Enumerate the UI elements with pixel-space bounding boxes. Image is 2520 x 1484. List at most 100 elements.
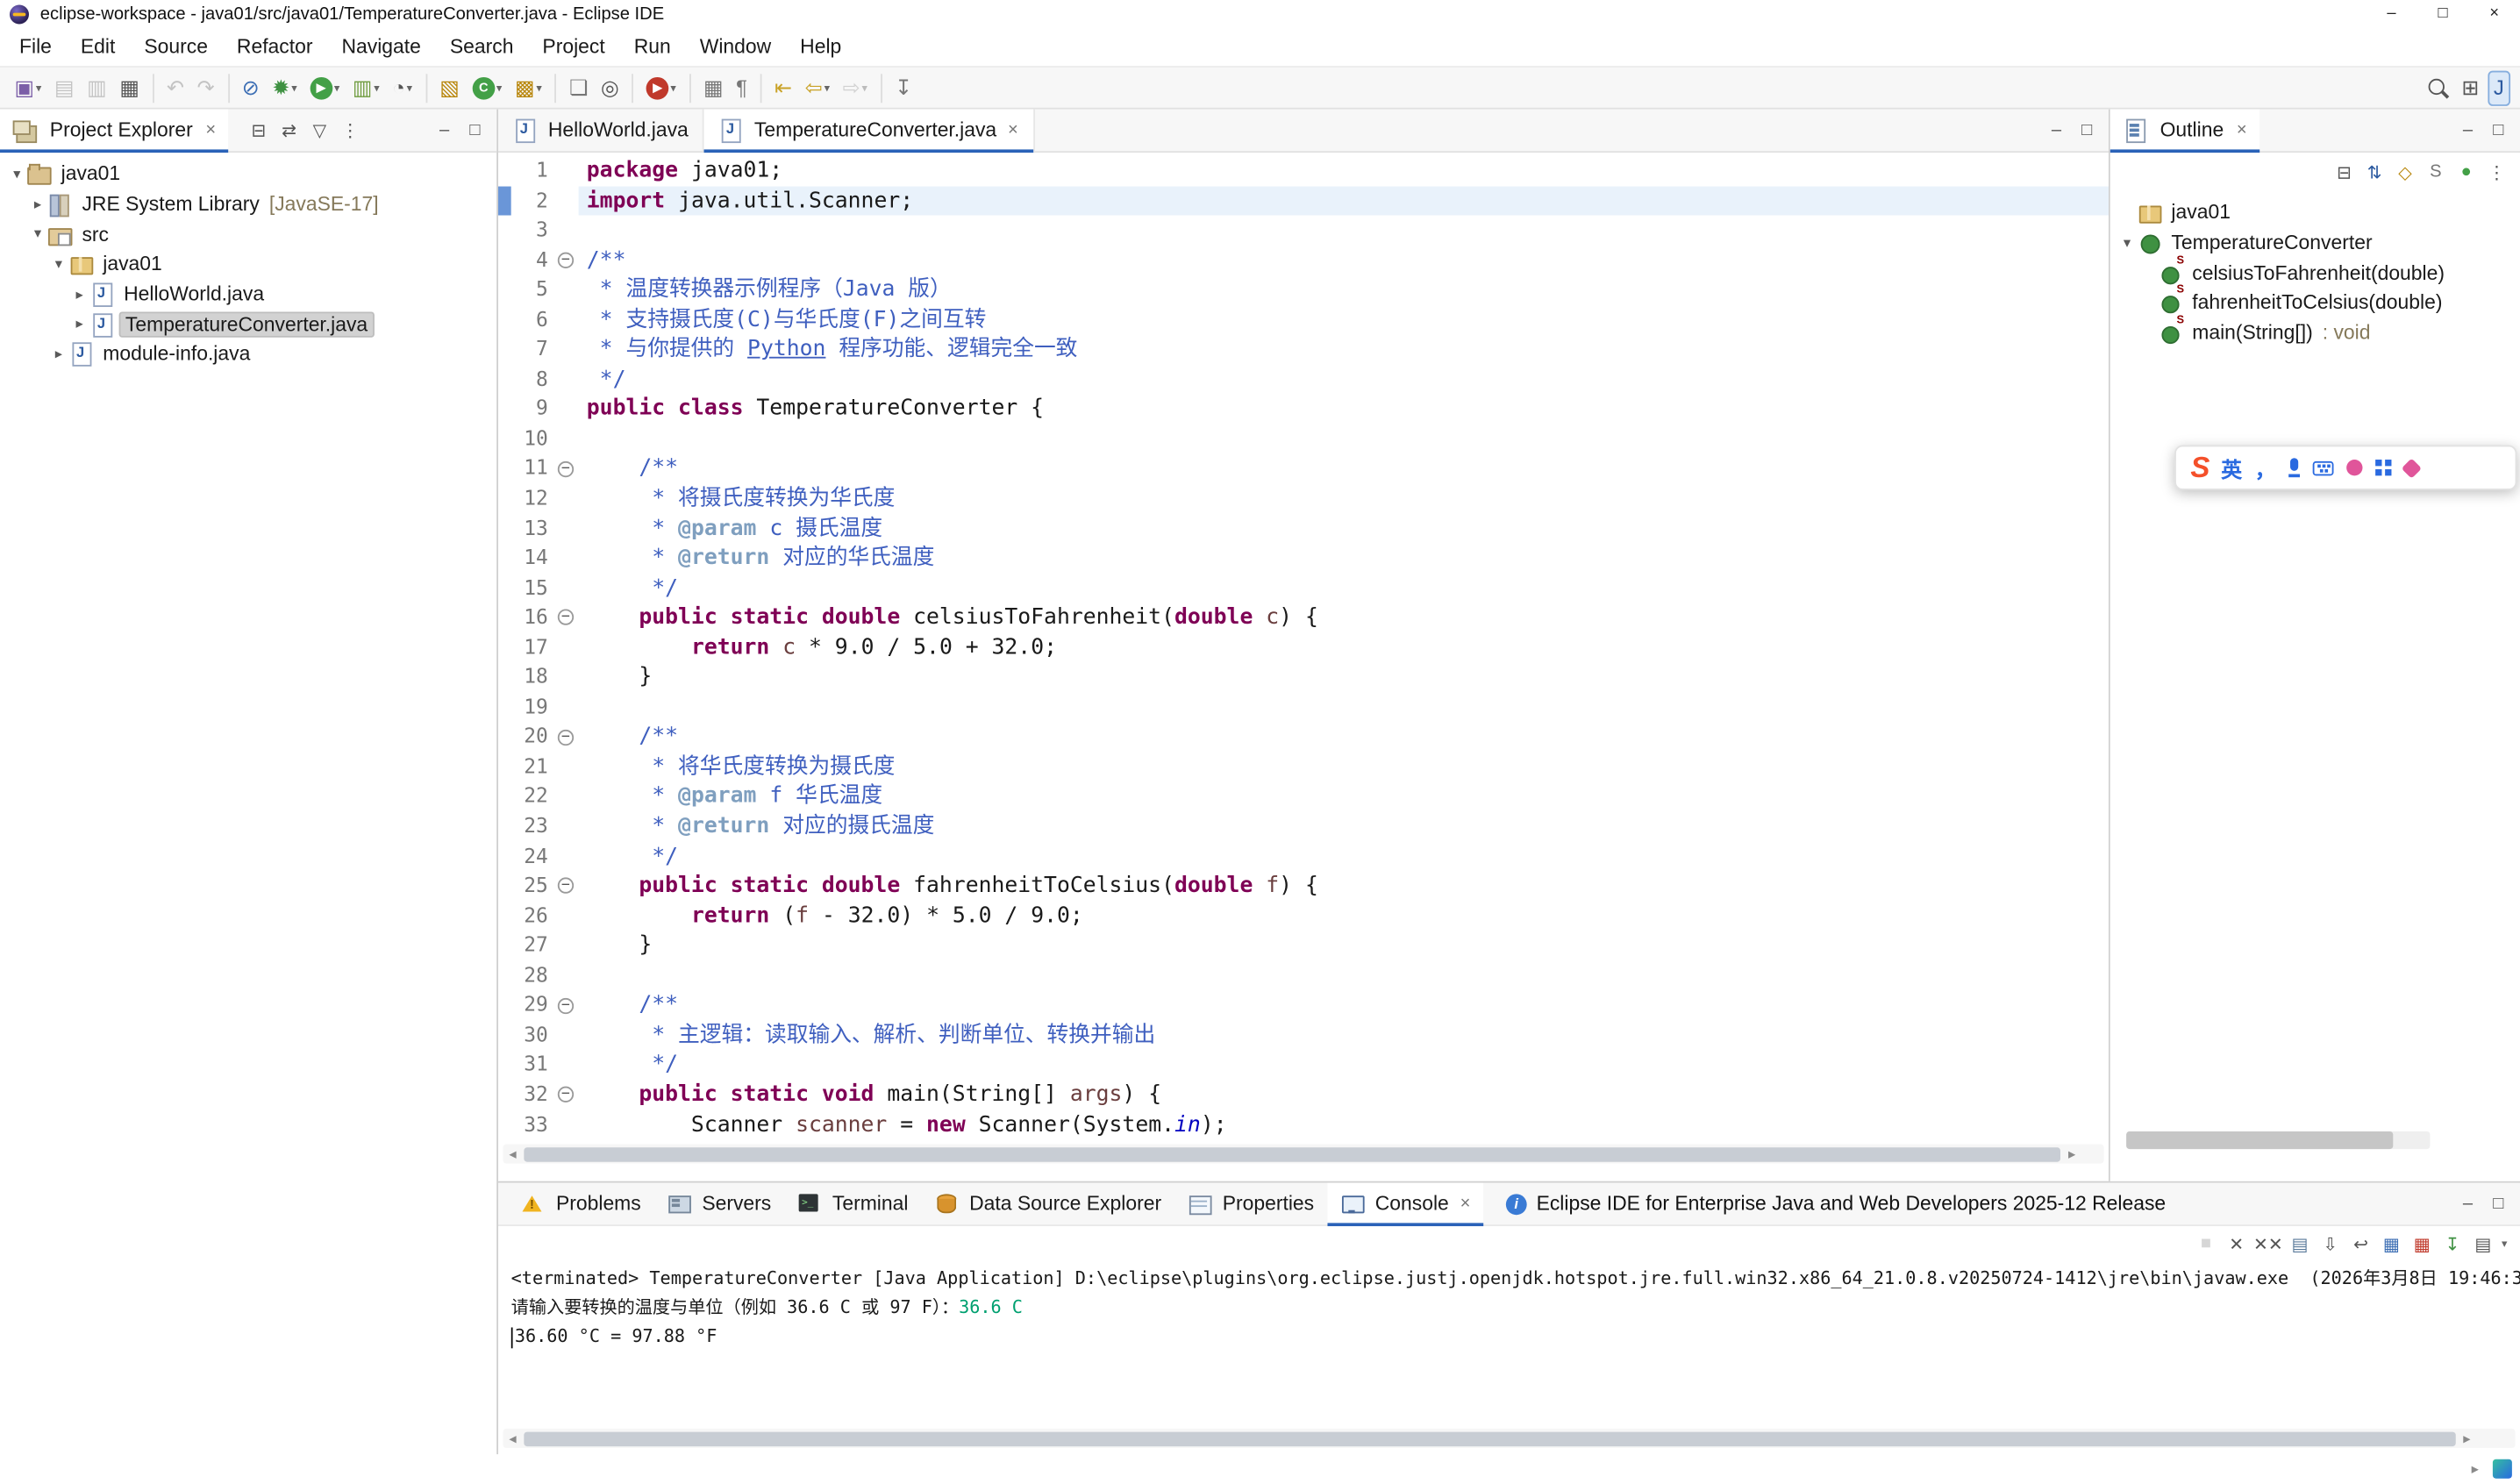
java-search-button[interactable]: ◎ xyxy=(596,70,624,105)
scroll-lock-icon[interactable]: ⇩ xyxy=(2317,1230,2344,1259)
maximize-view-button[interactable]: □ xyxy=(2485,1189,2512,1218)
code-line[interactable]: 22 * @param f 华氏温度 xyxy=(498,781,2109,811)
expander-icon[interactable]: ▸ xyxy=(69,316,90,333)
code-line[interactable]: 31 */ xyxy=(498,1050,2109,1080)
clear-console-icon[interactable]: ▤ xyxy=(2286,1230,2313,1259)
code-line[interactable]: 23 * @return 对应的摄氏温度 xyxy=(498,811,2109,841)
maximize-view-button[interactable]: □ xyxy=(2485,116,2512,145)
remove-launch-icon[interactable]: ✕ xyxy=(2223,1230,2250,1259)
tree-item-project-java01[interactable]: ▾java01 xyxy=(0,159,496,189)
expander-icon[interactable]: ▾ xyxy=(6,165,27,182)
menu-file[interactable]: File xyxy=(4,31,66,63)
code-line[interactable]: 6 * 支持摄氏度(C)与华氏度(F)之间互转 xyxy=(498,305,2109,335)
scrollbar-thumb[interactable] xyxy=(2126,1131,2394,1149)
save-button[interactable]: ▤ xyxy=(49,70,79,105)
menu-search[interactable]: Search xyxy=(435,31,528,63)
code-line[interactable]: 16− public static double celsiusToFahren… xyxy=(498,603,2109,632)
window-minimize-button[interactable]: – xyxy=(2366,0,2417,27)
code-line[interactable]: 14 * @return 对应的华氏温度 xyxy=(498,544,2109,574)
close-icon[interactable]: × xyxy=(1008,120,1018,139)
collapse-all-icon[interactable]: ⊟ xyxy=(245,116,272,145)
save-all-button[interactable]: ▥ xyxy=(82,70,112,105)
view-tab-terminal[interactable]: Terminal xyxy=(784,1183,921,1225)
ime-mic-icon[interactable] xyxy=(2288,458,2300,477)
view-menu-icon[interactable]: ⋮ xyxy=(2483,158,2510,187)
code-line[interactable]: 26 return (f - 32.0) * 5.0 / 9.0; xyxy=(498,901,2109,931)
scroll-right-icon[interactable]: ▸ xyxy=(2062,1145,2081,1163)
open-console-icon[interactable]: ▤ xyxy=(2469,1230,2496,1259)
profile-button[interactable]: ◔▾ xyxy=(388,70,418,105)
ime-more-icon[interactable] xyxy=(2402,458,2422,478)
ime-lang-indicator[interactable]: 英 xyxy=(2221,453,2242,483)
status-progress-icon[interactable] xyxy=(2493,1459,2512,1479)
menu-run[interactable]: Run xyxy=(619,31,685,63)
outline-item-temperatureconverter[interactable]: ▾TemperatureConverter xyxy=(2110,228,2520,258)
outline-item-fahrenheittocelsius[interactable]: fahrenheitToCelsius(double) xyxy=(2110,288,2520,317)
fold-collapse-icon[interactable]: − xyxy=(558,878,574,894)
back-button[interactable]: ⇦▾ xyxy=(800,70,834,105)
code-line[interactable]: 4−/** xyxy=(498,246,2109,275)
word-wrap-icon[interactable]: ↩ xyxy=(2347,1230,2374,1259)
view-tab-data-source-explorer[interactable]: Data Source Explorer xyxy=(921,1183,1174,1225)
tree-item-jre-system-library[interactable]: ▸JRE System Library [JavaSE-17] xyxy=(0,189,496,219)
code-line[interactable]: 9public class TemperatureConverter { xyxy=(498,395,2109,425)
run-button[interactable]: ▶▾ xyxy=(305,70,345,105)
code-line[interactable]: 10 xyxy=(498,425,2109,454)
tree-item-helloworld-java[interactable]: ▸HelloWorld.java xyxy=(0,279,496,309)
menu-navigate[interactable]: Navigate xyxy=(327,31,435,63)
outline-item-celsiustofahrenheit[interactable]: celsiusToFahrenheit(double) xyxy=(2110,258,2520,288)
toggle-mark-occurrences-button[interactable]: ▦ xyxy=(698,70,728,105)
console-horizontal-scrollbar[interactable]: ◂ ▸ xyxy=(503,1429,2516,1448)
view-tab-problems[interactable]: Problems xyxy=(508,1183,653,1225)
skip-all-breakpoints-button[interactable]: ⊘ xyxy=(237,70,264,105)
new-java-class-button[interactable]: C▾ xyxy=(468,70,507,105)
minimize-view-button[interactable]: – xyxy=(431,116,458,145)
code-line[interactable]: 11− /** xyxy=(498,454,2109,484)
view-tab-servers[interactable]: Servers xyxy=(653,1183,784,1225)
minimize-view-button[interactable]: – xyxy=(2043,116,2070,145)
code-line[interactable]: 30 * 主逻辑：读取输入、解析、判断单位、转换并输出 xyxy=(498,1020,2109,1050)
link-with-editor-icon[interactable]: ⇄ xyxy=(275,116,303,145)
ime-skin-icon[interactable] xyxy=(2346,460,2362,475)
editor-tab-temperatureconverter-java[interactable]: TemperatureConverter.java× xyxy=(704,110,1034,152)
tree-item-temperatureconverter-java[interactable]: ▸TemperatureConverter.java xyxy=(0,310,496,339)
scroll-left-icon[interactable]: ◂ xyxy=(503,1430,523,1447)
console-output[interactable]: <terminated> TemperatureConverter [Java … xyxy=(498,1261,2520,1425)
code-line[interactable]: 1package java01; xyxy=(498,156,2109,186)
expander-icon[interactable]: ▾ xyxy=(2117,234,2138,252)
expander-icon[interactable]: ▸ xyxy=(69,285,90,303)
new-java-project-button[interactable]: ▧ xyxy=(435,70,465,105)
hide-fields-icon[interactable]: ◇ xyxy=(2391,158,2418,187)
search-button[interactable] xyxy=(2422,70,2454,105)
undo-button[interactable]: ↶ xyxy=(162,70,189,105)
filter-icon[interactable]: ▽ xyxy=(306,116,333,145)
code-line[interactable]: 28 xyxy=(498,960,2109,990)
code-line[interactable]: 20− /** xyxy=(498,722,2109,752)
hide-non-public-icon[interactable]: ● xyxy=(2452,158,2480,187)
menu-refactor[interactable]: Refactor xyxy=(222,31,327,63)
new-java-package-button[interactable]: ▩▾ xyxy=(510,70,546,105)
code-line[interactable]: 15 */ xyxy=(498,574,2109,603)
code-line[interactable]: 5 * 温度转换器示例程序（Java 版） xyxy=(498,275,2109,305)
open-perspective-button[interactable]: ⊞ xyxy=(2457,70,2484,105)
project-explorer-tab[interactable]: Project Explorer × xyxy=(0,110,229,152)
code-line[interactable]: 13 * @param c 摄氏温度 xyxy=(498,514,2109,544)
fold-collapse-icon[interactable]: − xyxy=(558,610,574,625)
close-icon[interactable]: × xyxy=(2237,120,2247,139)
expander-icon[interactable]: ▸ xyxy=(48,346,69,363)
scrollbar-thumb[interactable] xyxy=(524,1431,2455,1445)
scroll-right-icon[interactable]: ▸ xyxy=(2457,1430,2476,1447)
code-line[interactable]: 3 xyxy=(498,216,2109,246)
collapse-all-icon[interactable]: ⊟ xyxy=(2331,158,2358,187)
view-menu-icon[interactable]: ⋮ xyxy=(337,116,364,145)
outline-item-java01[interactable]: java01 xyxy=(2110,197,2520,227)
status-scroll-right-icon[interactable]: ▸ xyxy=(2466,1460,2485,1478)
window-maximize-button[interactable]: □ xyxy=(2417,0,2469,27)
code-editor[interactable]: 1package java01;2import java.util.Scanne… xyxy=(498,153,2109,1141)
code-line[interactable]: 25− public static double fahrenheitToCel… xyxy=(498,871,2109,901)
ime-punctuation-icon[interactable]: ， xyxy=(2255,453,2276,483)
code-line[interactable]: 19 xyxy=(498,692,2109,722)
print-button[interactable]: ▦ xyxy=(115,70,145,105)
new-wizard-button[interactable]: ▣▾ xyxy=(10,70,46,105)
view-tab-console[interactable]: Console× xyxy=(1327,1183,1483,1225)
